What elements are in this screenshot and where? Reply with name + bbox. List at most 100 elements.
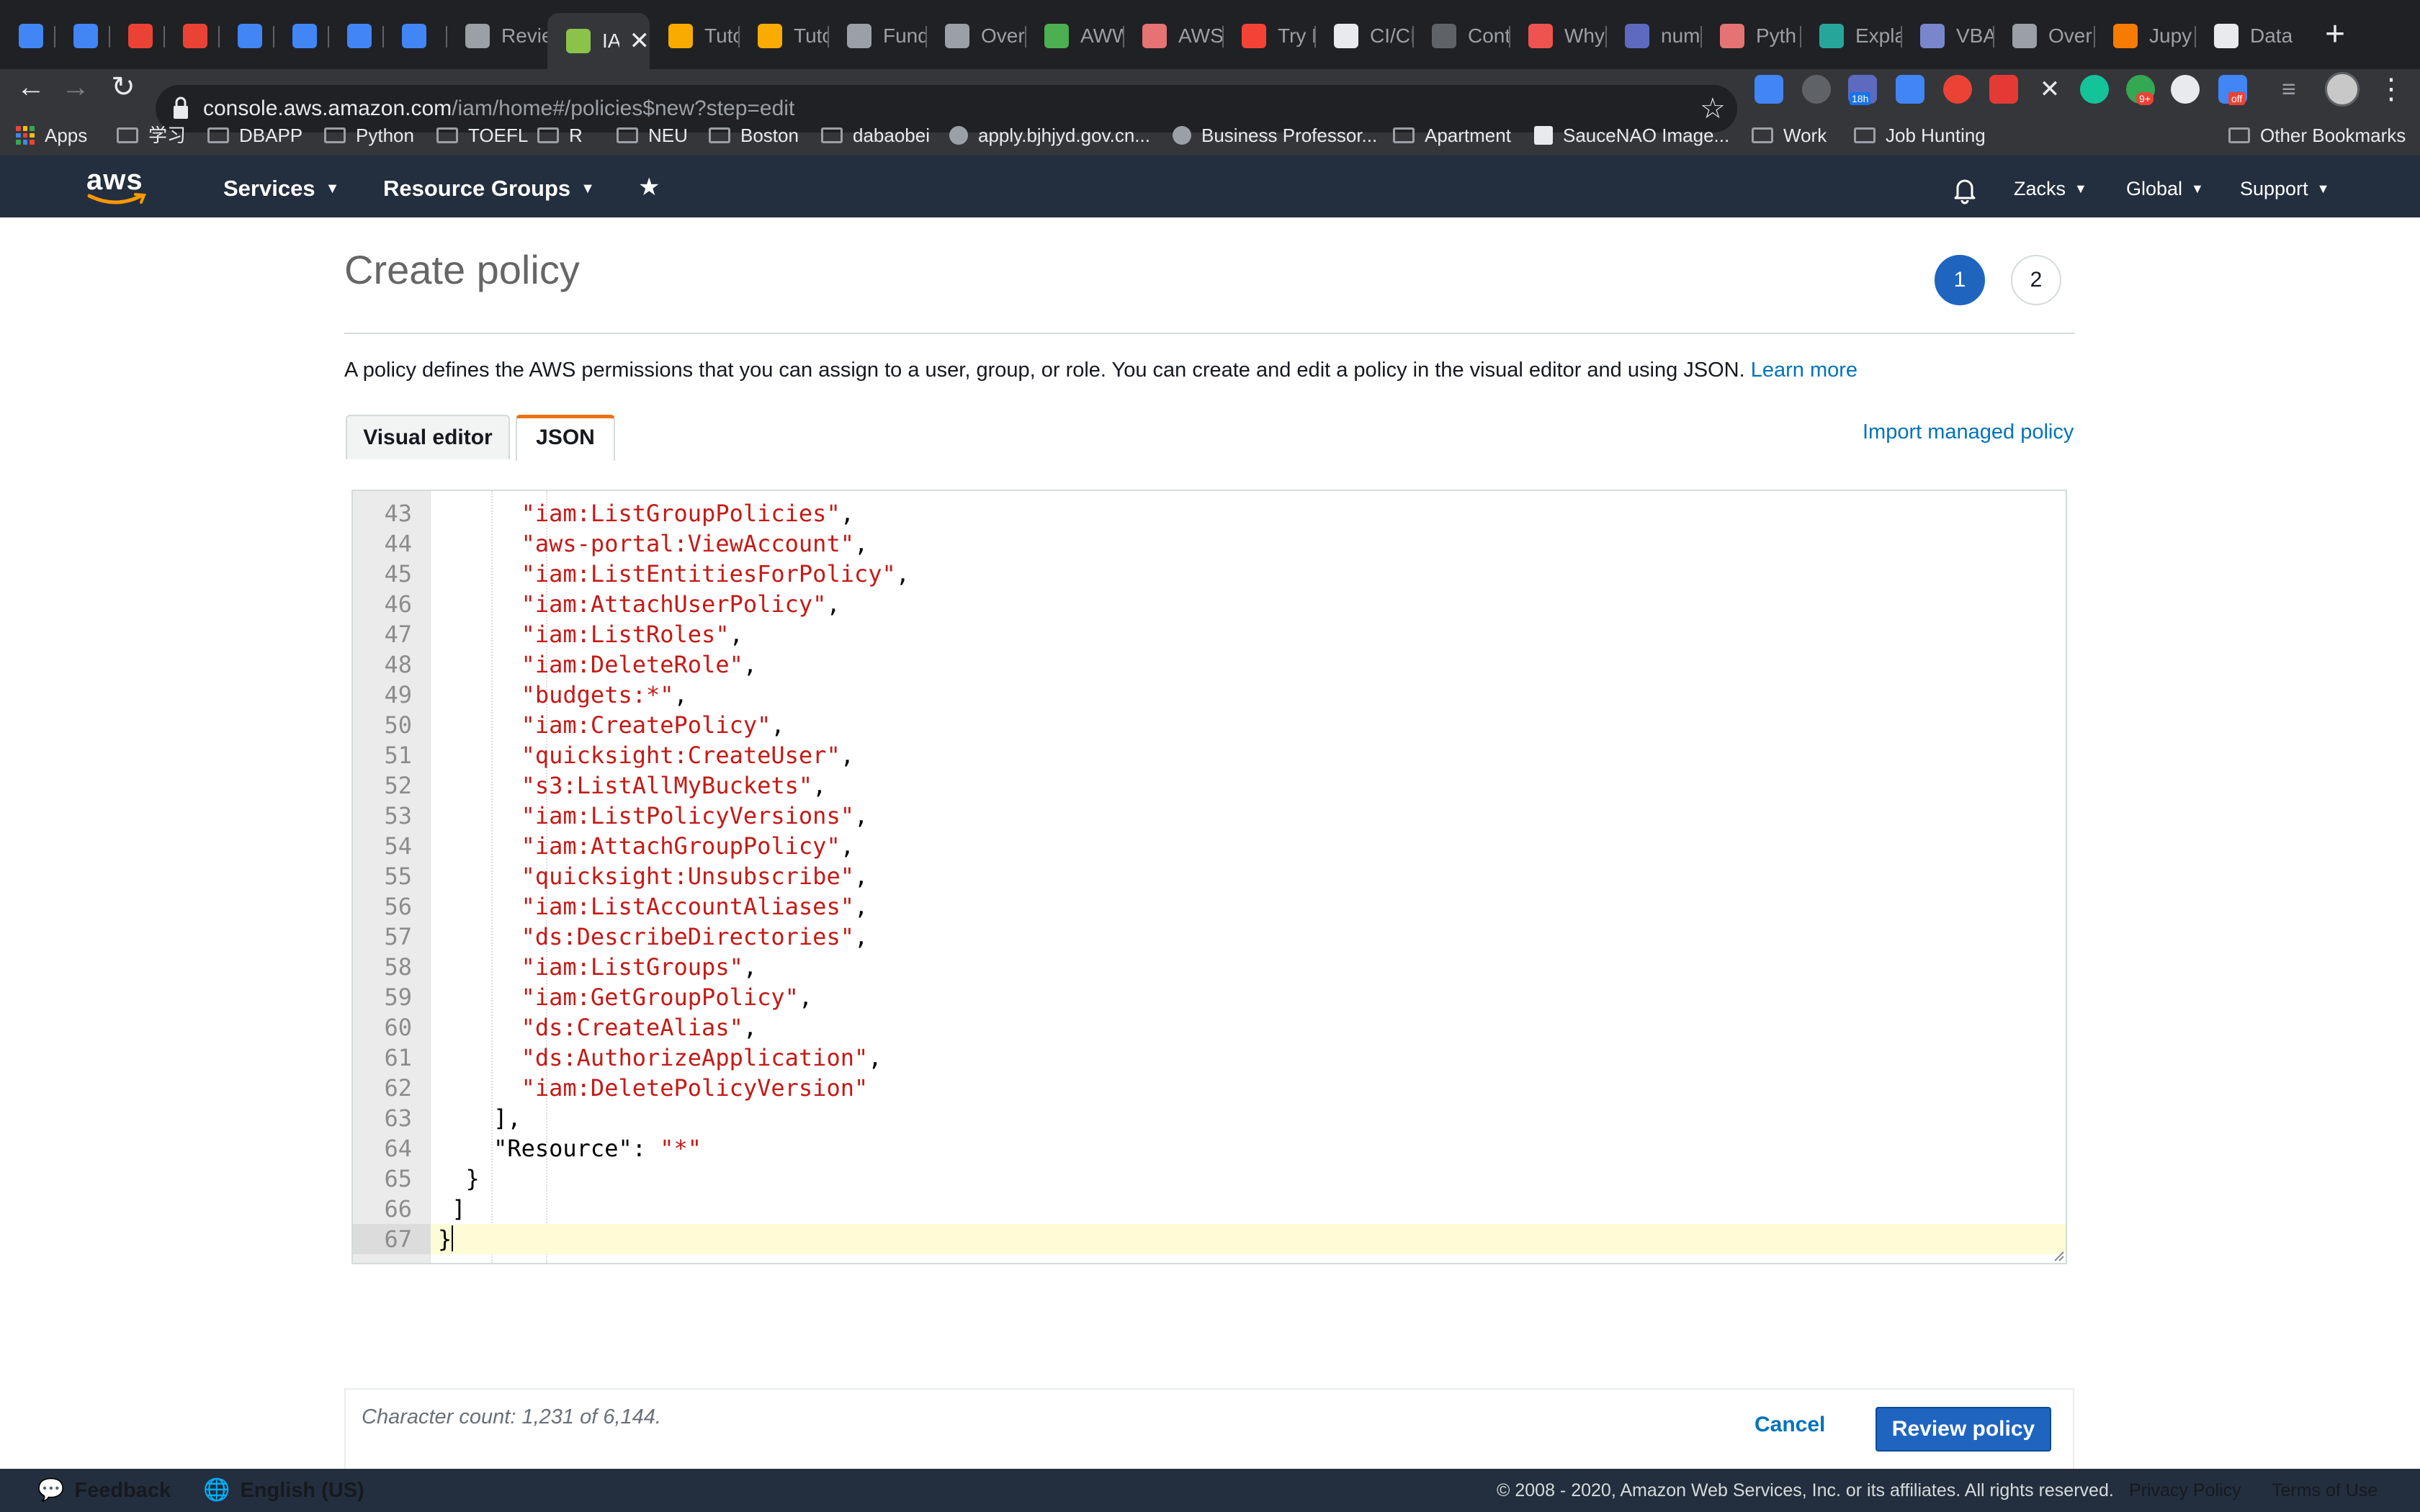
forward-icon[interactable]: →: [58, 69, 94, 105]
bookmark-item[interactable]: dabaobei: [821, 115, 930, 156]
language-selector[interactable]: 🌐 English (US): [203, 1469, 364, 1512]
browser-tab[interactable]: IA ✕: [547, 13, 650, 69]
bookmark-item[interactable]: DBAPP: [207, 115, 302, 156]
calendar-extension-icon[interactable]: 18h: [1848, 75, 1877, 105]
browser-tab[interactable]: [219, 16, 274, 56]
bookmark-item[interactable]: Apartment: [1393, 115, 1511, 156]
feedback-button[interactable]: 💬 Feedback: [37, 1469, 171, 1512]
close-tab-icon[interactable]: ✕: [629, 27, 650, 55]
bookmark-item[interactable]: R: [537, 115, 583, 156]
location-extension-icon[interactable]: [1802, 75, 1831, 104]
bookmark-item[interactable]: apply.bjhjyd.gov.cn...: [949, 115, 1150, 156]
json-editor[interactable]: 43 "iam:ListGroupPolicies", 44 "aws-porta…: [351, 490, 2067, 1264]
bell-icon[interactable]: [1950, 176, 1979, 204]
new-tab-button[interactable]: +: [2313, 13, 2357, 56]
bookmark-item[interactable]: SauceNAO Image...: [1534, 115, 1729, 156]
code-line[interactable]: 66 ]: [353, 1194, 2066, 1224]
code-line[interactable]: 65 }: [353, 1164, 2066, 1194]
browser-tab[interactable]: Jupy: [2094, 16, 2195, 56]
bookmark-item[interactable]: NEU: [617, 115, 688, 156]
code-line[interactable]: 45 "iam:ListEntitiesForPolicy",: [353, 559, 2066, 589]
code-line[interactable]: 61 "ds:AuthorizeApplication",: [353, 1043, 2066, 1073]
code-line[interactable]: 60 "ds:CreateAlias",: [353, 1012, 2066, 1043]
bookmark-item[interactable]: TOEFL: [436, 115, 528, 156]
browser-tab[interactable]: AWW: [1026, 16, 1124, 56]
q-extension-icon[interactable]: [1896, 75, 1924, 104]
code-line[interactable]: 56 "iam:ListAccountAliases",: [353, 891, 2066, 922]
browser-tab[interactable]: Pyth: [1701, 16, 1801, 56]
browser-tab[interactable]: num: [1606, 16, 1701, 56]
bookmark-item[interactable]: Boston: [709, 115, 799, 156]
browser-tab[interactable]: Tutor: [739, 16, 828, 56]
notification-extension-icon[interactable]: 9+: [2126, 75, 2155, 105]
grammarly-extension-icon[interactable]: [2080, 75, 2109, 104]
media-control-icon[interactable]: ≡: [2282, 75, 2311, 104]
stop-extension-icon[interactable]: [1943, 75, 1972, 104]
browser-tab[interactable]: [164, 16, 219, 56]
review-policy-button[interactable]: Review policy: [1876, 1407, 2051, 1452]
reload-icon[interactable]: ↻: [105, 69, 141, 105]
privacy-policy-link[interactable]: Privacy Policy: [2129, 1469, 2241, 1512]
browser-menu-icon[interactable]: ⋮: [2377, 72, 2406, 107]
pin-icon[interactable]: ★: [638, 173, 660, 202]
code-line[interactable]: 59 "iam:GetGroupPolicy",: [353, 982, 2066, 1012]
adblock-extension-icon[interactable]: [1989, 75, 2018, 104]
browser-tab[interactable]: [328, 16, 383, 56]
code-line[interactable]: 49 "budgets:*",: [353, 680, 2066, 710]
bookmark-item[interactable]: Python: [324, 115, 414, 156]
code-line[interactable]: 50 "iam:CreatePolicy",: [353, 710, 2066, 740]
sb-extension-icon[interactable]: [2171, 75, 2200, 104]
tools-extension-icon[interactable]: ✕: [2035, 75, 2064, 104]
browser-tab[interactable]: Over: [1994, 16, 2094, 56]
code-line[interactable]: 54 "iam:AttachGroupPolicy",: [353, 831, 2066, 861]
browser-tab[interactable]: Expla: [1801, 16, 1901, 56]
browser-tab[interactable]: Revie: [447, 16, 547, 56]
back-icon[interactable]: ←: [13, 69, 49, 105]
services-menu[interactable]: Services ▼: [223, 170, 339, 207]
browser-tab[interactable]: Tutor: [650, 16, 739, 56]
other-bookmarks[interactable]: Other Bookmarks: [2228, 115, 2406, 156]
browser-tab[interactable]: Over: [926, 16, 1026, 56]
code-line[interactable]: 51 "quicksight:CreateUser",: [353, 740, 2066, 770]
code-line[interactable]: 52 "s3:ListAllMyBuckets",: [353, 770, 2066, 801]
browser-tab[interactable]: [109, 16, 164, 56]
learn-more-link[interactable]: Learn more: [1751, 359, 1857, 382]
terms-of-use-link[interactable]: Terms of Use: [2272, 1469, 2378, 1512]
import-managed-policy-link[interactable]: Import managed policy: [1863, 420, 2074, 444]
code-line[interactable]: 53 "iam:ListPolicyVersions",: [353, 801, 2066, 831]
code-line[interactable]: 48 "iam:DeleteRole",: [353, 649, 2066, 680]
code-line[interactable]: 44 "aws-portal:ViewAccount",: [353, 528, 2066, 559]
browser-tab[interactable]: Cont: [1413, 16, 1510, 56]
resource-groups-menu[interactable]: Resource Groups ▼: [383, 170, 595, 207]
code-line[interactable]: 46 "iam:AttachUserPolicy",: [353, 589, 2066, 619]
bookmark-item[interactable]: Work: [1752, 115, 1827, 156]
support-menu[interactable]: Support ▼: [2240, 170, 2329, 207]
code-line[interactable]: 57 "ds:DescribeDirectories",: [353, 922, 2066, 952]
cancel-button[interactable]: Cancel: [1754, 1413, 1825, 1437]
code-line[interactable]: 58 "iam:ListGroups",: [353, 952, 2066, 982]
browser-tab[interactable]: Try D: [1223, 16, 1315, 56]
code-line[interactable]: 47 "iam:ListRoles",: [353, 619, 2066, 649]
user-menu[interactable]: Zacks ▼: [2014, 170, 2087, 207]
aws-logo[interactable]: aws: [86, 164, 147, 207]
bookmark-item[interactable]: Apps: [16, 115, 87, 156]
browser-tab[interactable]: [0, 16, 55, 56]
code-line[interactable]: 43 "iam:ListGroupPolicies",: [353, 498, 2066, 528]
browser-tab[interactable]: VBA: [1901, 16, 1994, 56]
code-line[interactable]: 62 "iam:DeletePolicyVersion": [353, 1073, 2066, 1103]
browser-tab[interactable]: CI/CI: [1315, 16, 1413, 56]
browser-tab[interactable]: Data: [2195, 16, 2296, 56]
browser-tab[interactable]: AWS: [1124, 16, 1223, 56]
code-line[interactable]: 63 ],: [353, 1103, 2066, 1133]
code-line[interactable]: 67}: [353, 1224, 2066, 1254]
browser-tab[interactable]: [274, 16, 328, 56]
browser-tab[interactable]: Why: [1510, 16, 1606, 56]
tab-json[interactable]: JSON: [516, 415, 615, 461]
region-menu[interactable]: Global ▼: [2126, 170, 2204, 207]
code-line[interactable]: 64 "Resource": "*": [353, 1133, 2066, 1164]
browser-tab[interactable]: [55, 16, 109, 56]
bookmark-item[interactable]: 学习: [117, 115, 186, 156]
browser-tab[interactable]: [383, 16, 447, 56]
tab-visual-editor[interactable]: Visual editor: [346, 415, 510, 459]
video-extension-icon[interactable]: off: [2218, 75, 2247, 105]
